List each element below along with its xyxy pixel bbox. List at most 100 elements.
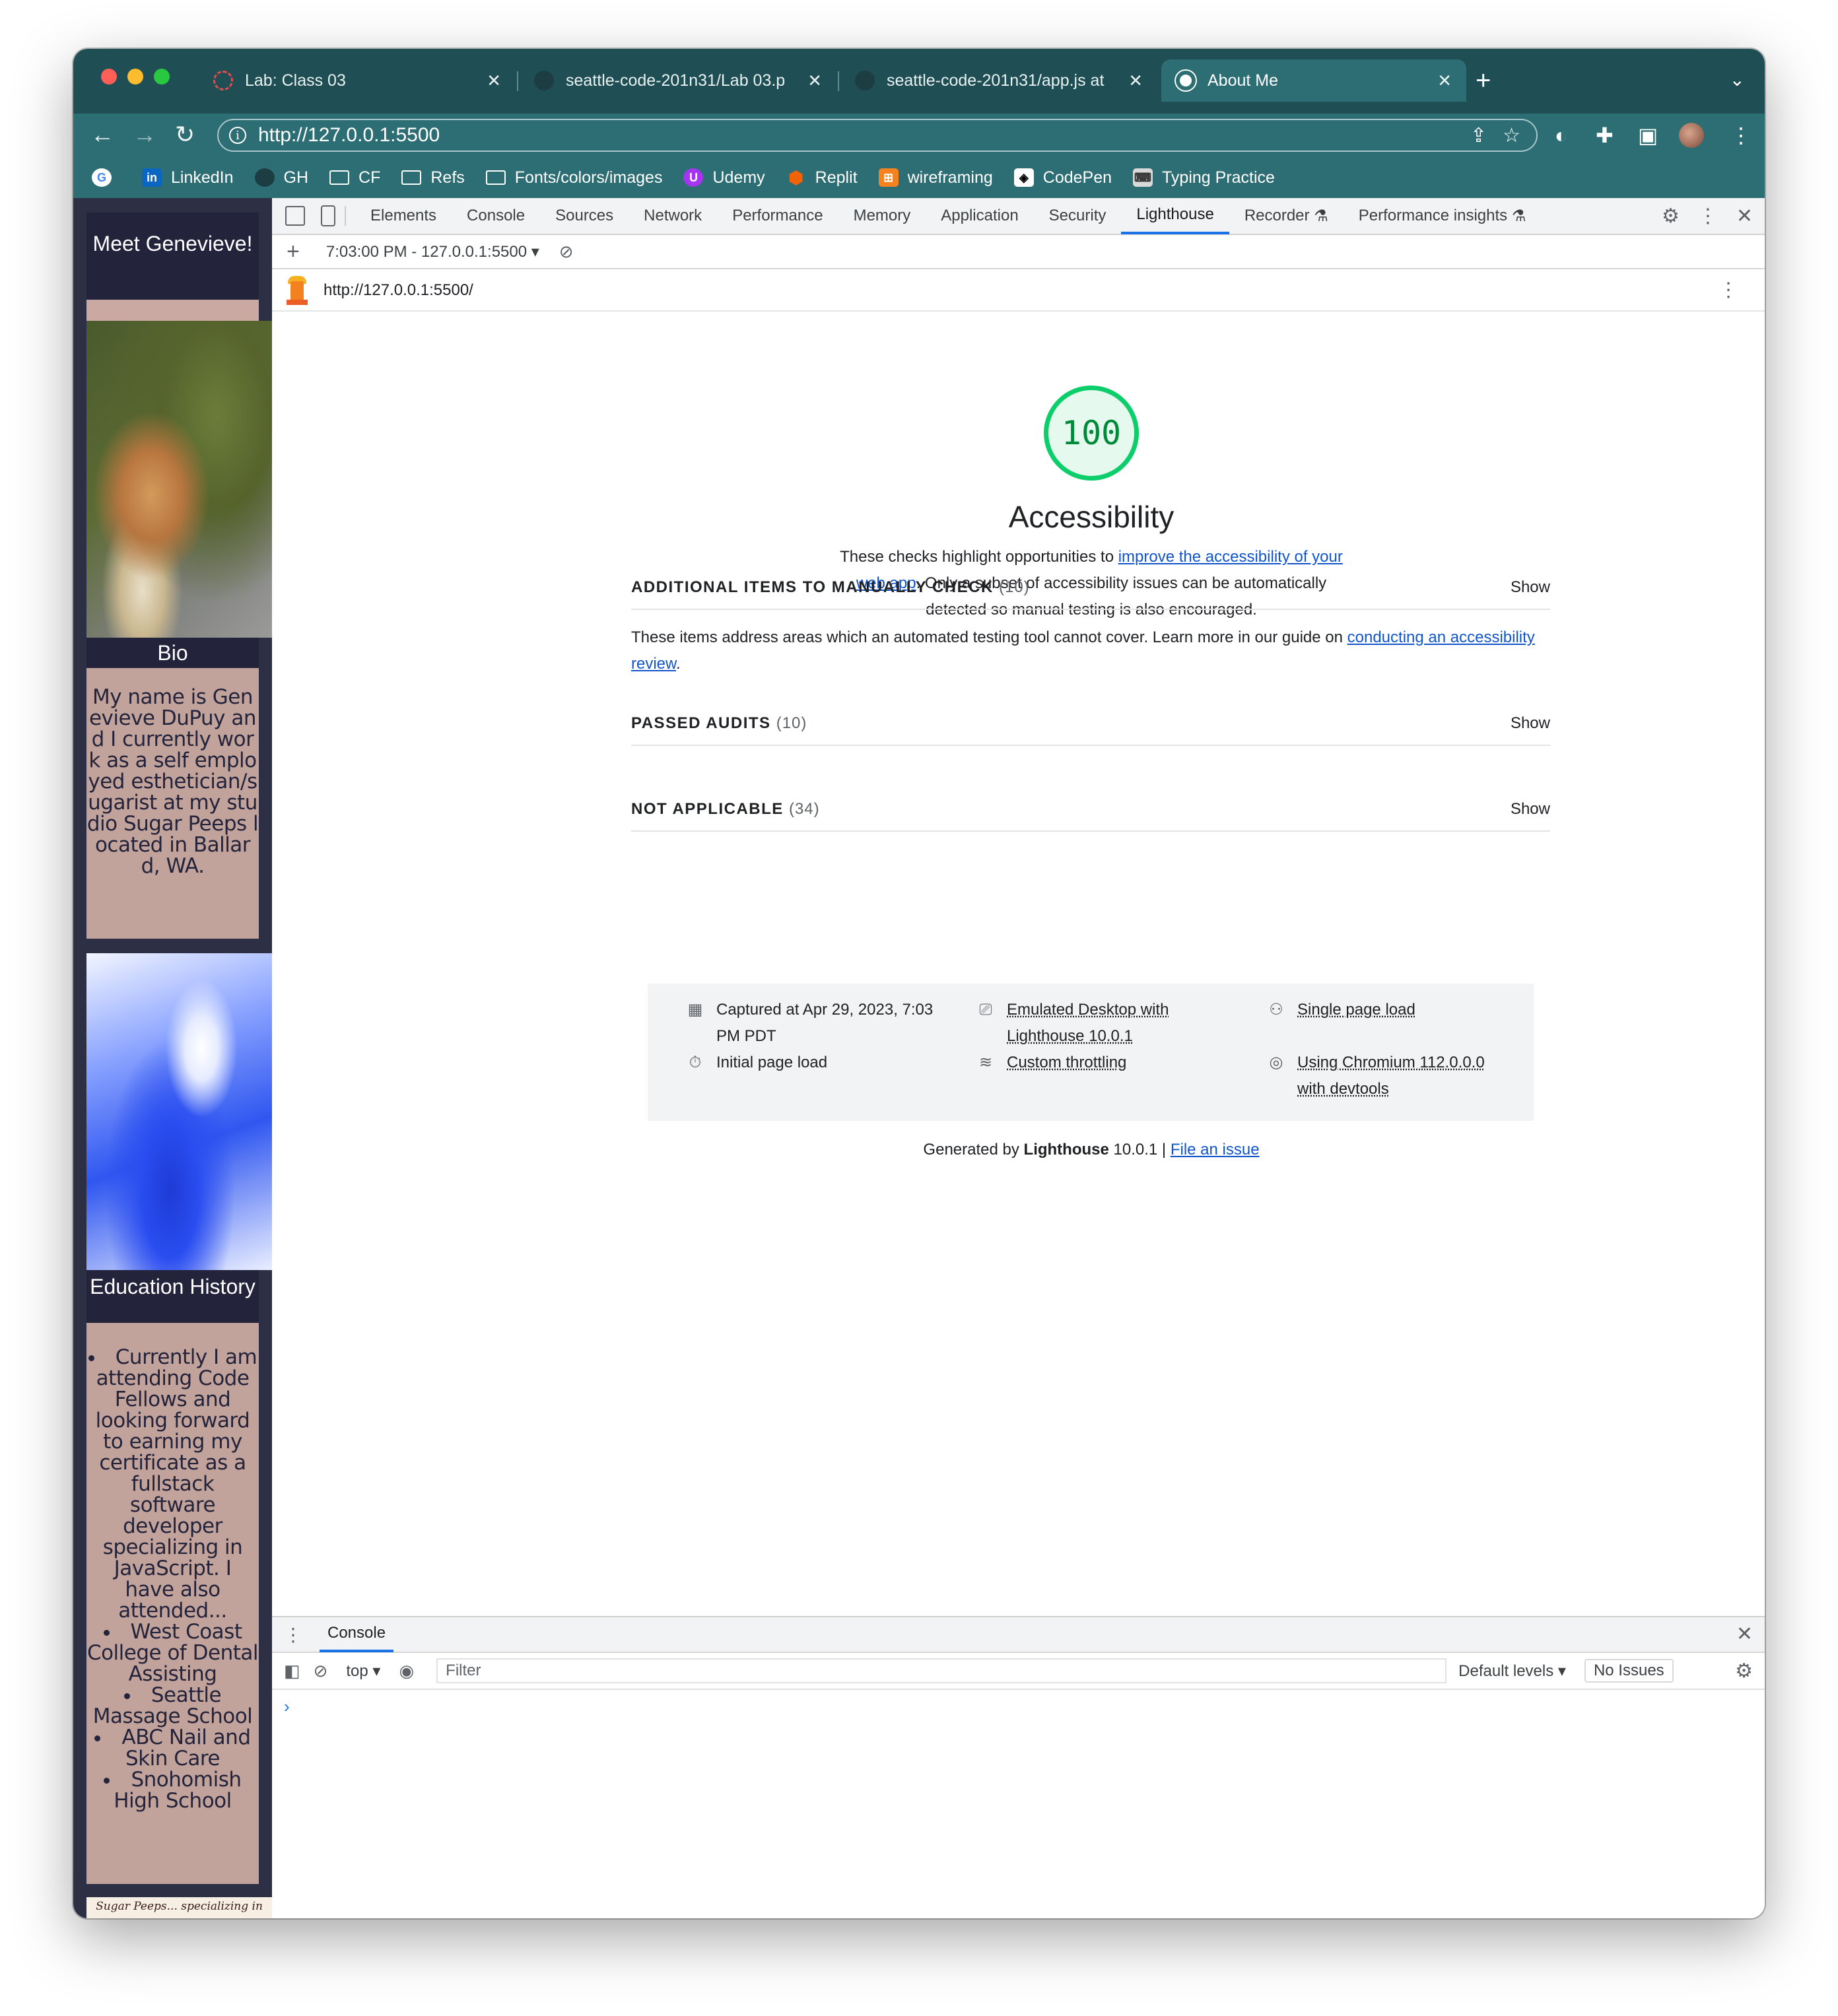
tab-sources[interactable]: Sources [540,197,629,234]
log-levels-select[interactable]: Default levels ▾ [1458,1662,1566,1681]
group-count: (10) [998,578,1030,596]
clear-reports-icon[interactable]: ⊘ [559,242,574,262]
bookmark-google[interactable]: G [92,168,121,187]
throttling[interactable]: ≋ Custom throttling [976,1050,1201,1076]
tab-about-me[interactable]: About Me ✕ [1161,59,1466,102]
bookmark-codepen[interactable]: ◈ CodePen [1013,168,1112,187]
score-gauge[interactable]: 100 [1044,386,1139,481]
forward-arrow-icon[interactable]: → [133,120,156,149]
clear-console-icon[interactable]: ⊘ [314,1661,328,1681]
back-arrow-icon[interactable]: ← [90,120,114,149]
bookmark-folder-cf[interactable]: CF [329,168,380,187]
tab-lighthouse[interactable]: Lighthouse [1121,197,1229,234]
console-settings-gear-icon[interactable]: ⚙ [1735,1660,1753,1683]
bookmark-replit[interactable]: ⬢ Replit [786,167,857,187]
bookmark-linkedin[interactable]: in LinkedIn [142,168,234,187]
bookmark-typing-practice[interactable]: ⌨ Typing Practice [1133,168,1275,187]
sidebar-toggle-icon[interactable]: ◧ [284,1661,300,1681]
tab-memory[interactable]: Memory [838,197,926,234]
close-window-button[interactable] [101,69,117,84]
show-toggle[interactable]: Show [1511,800,1550,819]
tab-app-js[interactable]: seattle-code-201n31/app.js at ✕ [840,59,1157,102]
bookmark-label: GH [283,168,309,187]
report-footer: Generated by Lighthouse 10.0.1 | File an… [827,1141,1355,1159]
devtools-actions: ⚙ ⋮ ✕ [1662,205,1753,228]
show-toggle[interactable]: Show [1511,714,1550,733]
extension-icon[interactable]: ◐ [1555,123,1567,148]
chrome-icon: ◎ [1269,1054,1283,1071]
desc-text: . [676,655,681,673]
new-report-plus-icon[interactable]: + [287,239,300,265]
menu-kebab-icon[interactable]: ⋮ [1730,123,1752,148]
runtime-settings: ▦ Captured at Apr 29, 2023, 7:03 PM PDT … [648,984,1534,1121]
captured-at: ▦ Captured at Apr 29, 2023, 7:03 PM PDT [686,997,937,1050]
bookmark-folder-fonts[interactable]: Fonts/colors/images [485,168,662,187]
console-filter-input[interactable]: Filter [436,1658,1447,1683]
reload-icon[interactable]: ↻ [175,120,195,149]
tab-performance[interactable]: Performance [717,197,838,234]
tab-search-chevron-icon[interactable]: ⌄ [1730,69,1745,90]
single-text: Single page load [1297,1001,1415,1019]
context-select[interactable]: top ▾ [346,1662,380,1681]
bookmark-label: CodePen [1042,168,1112,187]
profile-avatar[interactable] [1679,123,1704,148]
report-url[interactable]: http://127.0.0.1:5500/ [323,281,473,300]
bookmark-label: Typing Practice [1162,168,1275,187]
settings-gear-icon[interactable]: ⚙ [1662,205,1680,228]
console-toolbar: ◧ ⊘ top ▾ ◉ Filter Default levels ▾ No I… [272,1653,1765,1690]
replit-icon: ⬢ [788,167,803,187]
group-header[interactable]: PASSED AUDITS (10) Show [631,702,1550,745]
inspect-element-icon[interactable] [285,206,305,226]
issues-button[interactable]: No Issues [1584,1659,1674,1683]
side-panel-icon[interactable]: ▣ [1638,123,1658,148]
share-icon[interactable]: ⇪ [1470,124,1487,147]
single-page-load[interactable]: ⚇ Single page load [1267,997,1491,1023]
report-select[interactable]: 7:03:00 PM - 127.0.0.1:5500 ▾ [326,242,539,261]
list-item: ABC Nail and Skin Care [86,1727,259,1769]
tab-performance-insights[interactable]: Performance insights ⚗ [1344,197,1542,234]
tab-application[interactable]: Application [926,197,1033,234]
tab-network[interactable]: Network [629,197,717,234]
chromium-version[interactable]: ◎ Using Chromium 112.0.0.0 with devtools [1267,1050,1491,1102]
more-options-kebab-icon[interactable]: ⋮ [1698,205,1718,228]
group-count: (10) [776,714,807,732]
tab-elements[interactable]: Elements [355,197,452,234]
tab-recorder[interactable]: Recorder ⚗ [1229,197,1344,234]
bookmarks-bar: G in LinkedIn GH CF Refs Fonts/colors/ima… [73,157,1765,198]
cat-photo [86,321,272,638]
close-tab-icon[interactable]: ✕ [1437,71,1452,91]
bookmark-udemy[interactable]: U Udemy [683,168,765,187]
udemy-icon: U [683,168,704,187]
bookmark-folder-refs[interactable]: Refs [401,168,465,187]
bookmark-star-icon[interactable]: ☆ [1503,124,1520,147]
close-devtools-icon[interactable]: ✕ [1736,205,1753,228]
drawer-tab-console[interactable]: Console [320,1617,394,1652]
emulated-device[interactable]: ⎚ Emulated Desktop with Lighthouse 10.0.… [976,997,1201,1050]
close-tab-icon[interactable]: ✕ [807,71,822,91]
maximize-window-button[interactable] [154,69,170,84]
puzzle-icon[interactable]: ✚ [1596,123,1614,148]
group-header[interactable]: ADDITIONAL ITEMS TO MANUALLY CHECK (10) … [631,566,1550,609]
group-header[interactable]: NOT APPLICABLE (34) Show [631,788,1550,830]
tab-security[interactable]: Security [1034,197,1122,234]
tab-console[interactable]: Console [452,197,540,234]
console-prompt[interactable]: › [284,1697,1765,1717]
report-menu-kebab-icon[interactable]: ⋮ [1719,279,1738,302]
close-tab-icon[interactable]: ✕ [1128,71,1143,91]
url-text[interactable]: http://127.0.0.1:5500 [258,124,1470,147]
show-toggle[interactable]: Show [1511,578,1550,597]
close-drawer-icon[interactable]: ✕ [1736,1623,1753,1646]
close-tab-icon[interactable]: ✕ [487,71,501,91]
tab-lab-03-readme[interactable]: seattle-code-201n31/Lab 03.p ✕ [520,59,836,102]
live-expression-eye-icon[interactable]: ◉ [399,1661,414,1681]
drawer-menu-kebab-icon[interactable]: ⋮ [284,1624,302,1646]
file-issue-link[interactable]: File an issue [1171,1141,1260,1159]
tab-lab-class-03[interactable]: Lab: Class 03 ✕ [199,59,516,102]
site-info-icon[interactable]: i [229,127,246,144]
device-toolbar-icon[interactable] [321,205,335,226]
address-bar[interactable]: i http://127.0.0.1:5500 ⇪ ☆ [217,119,1538,152]
bookmark-wireframing[interactable]: ⊞ wireframing [878,168,993,187]
minimize-window-button[interactable] [127,69,143,84]
bookmark-gh[interactable]: GH [254,168,309,187]
new-tab-button[interactable]: + [1476,67,1491,94]
